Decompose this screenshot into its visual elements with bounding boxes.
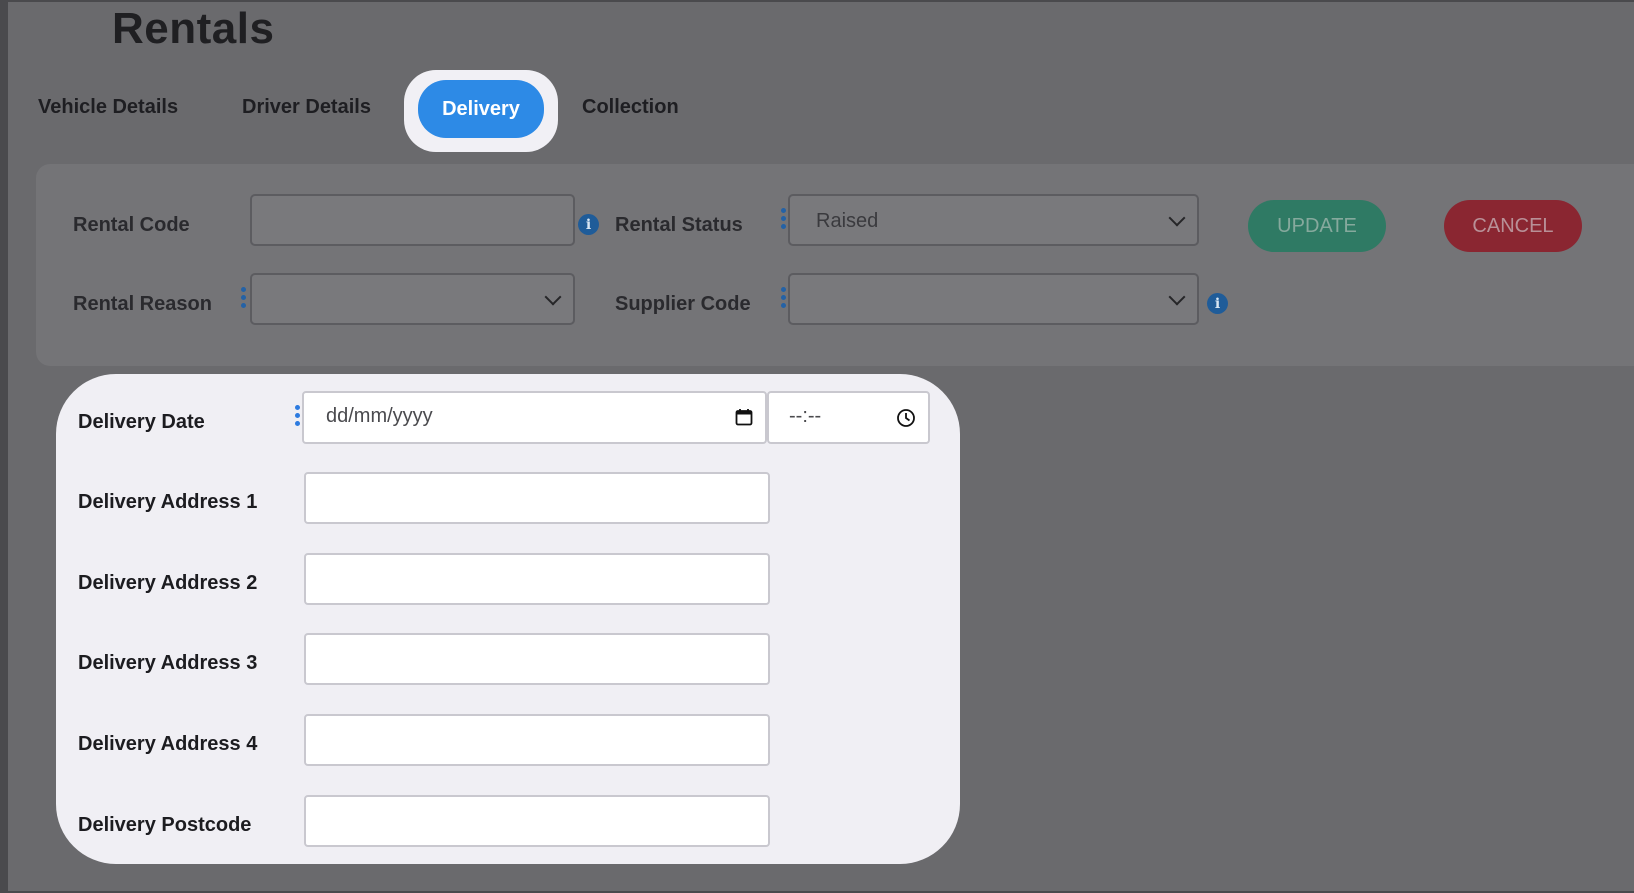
rental-status-select[interactable]: Raised xyxy=(788,194,1199,246)
rental-reason-kebab-icon[interactable] xyxy=(241,287,247,311)
delivery-address-1-input[interactable] xyxy=(304,472,770,524)
tab-delivery[interactable]: Delivery xyxy=(418,80,544,138)
chevron-down-icon xyxy=(1168,288,1186,306)
tab-vehicle-details[interactable]: Vehicle Details xyxy=(38,96,178,119)
delivery-address-3-input[interactable] xyxy=(304,633,770,685)
update-button[interactable]: UPDATE xyxy=(1248,200,1386,252)
delivery-date-label: Delivery Date xyxy=(78,411,205,433)
rental-code-input[interactable] xyxy=(250,194,575,246)
delivery-postcode-input[interactable] xyxy=(304,795,770,847)
delivery-address-4-label: Delivery Address 4 xyxy=(78,733,258,755)
delivery-date-kebab-icon[interactable] xyxy=(295,405,301,429)
delivery-postcode-label: Delivery Postcode xyxy=(78,814,252,836)
rental-reason-select[interactable] xyxy=(250,273,575,325)
tab-driver-details[interactable]: Driver Details xyxy=(242,96,371,119)
supplier-code-info-icon[interactable]: i xyxy=(1207,293,1228,314)
chevron-down-icon xyxy=(544,288,562,306)
supplier-code-kebab-icon[interactable] xyxy=(781,287,787,311)
delivery-form-card xyxy=(56,374,960,864)
delivery-time-input[interactable]: --:-- xyxy=(767,391,930,444)
delivery-address-1-label: Delivery Address 1 xyxy=(78,491,258,513)
rental-status-label: Rental Status xyxy=(615,214,743,236)
delivery-address-2-input[interactable] xyxy=(304,553,770,605)
page-title: Rentals xyxy=(112,4,275,53)
rental-status-value: Raised xyxy=(816,210,879,232)
supplier-code-label: Supplier Code xyxy=(615,293,751,315)
chevron-down-icon xyxy=(1168,209,1186,227)
delivery-address-2-label: Delivery Address 2 xyxy=(78,572,258,594)
delivery-date-placeholder: dd/mm/yyyy xyxy=(326,405,433,427)
delivery-date-input[interactable]: dd/mm/yyyy xyxy=(302,391,767,444)
rental-code-label: Rental Code xyxy=(73,214,190,236)
rental-status-kebab-icon[interactable] xyxy=(781,208,787,232)
rental-reason-label: Rental Reason xyxy=(73,293,212,315)
calendar-icon[interactable] xyxy=(735,408,753,426)
delivery-address-4-input[interactable] xyxy=(304,714,770,766)
supplier-code-select[interactable] xyxy=(788,273,1199,325)
clock-icon[interactable] xyxy=(896,408,916,428)
cancel-button[interactable]: CANCEL xyxy=(1444,200,1582,252)
delivery-time-placeholder: --:-- xyxy=(789,405,822,427)
rental-code-info-icon[interactable]: i xyxy=(578,214,599,235)
tab-collection[interactable]: Collection xyxy=(582,96,679,119)
delivery-address-3-label: Delivery Address 3 xyxy=(78,652,258,674)
